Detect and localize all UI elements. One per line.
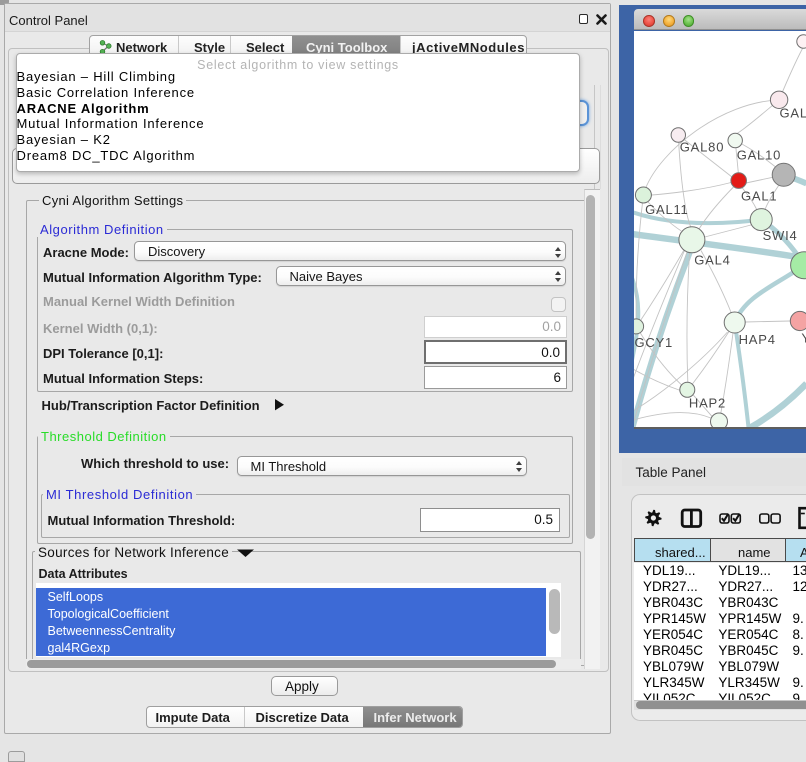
svg-text:GAL80: GAL80 <box>679 139 723 154</box>
svg-text:HAP2: HAP2 <box>688 395 725 410</box>
svg-text:GAL4: GAL4 <box>694 252 730 267</box>
svg-text:HAP4: HAP4 <box>738 331 775 346</box>
svg-text:GAL11: GAL11 <box>645 201 688 216</box>
svg-text:Y: Y <box>801 330 806 345</box>
svg-text:GAL1: GAL1 <box>740 188 776 203</box>
svg-text:GAL: GAL <box>779 105 806 120</box>
svg-text:SWI4: SWI4 <box>762 227 797 242</box>
svg-text:GCY1: GCY1 <box>634 334 673 349</box>
svg-text:GAL10: GAL10 <box>736 147 780 162</box>
